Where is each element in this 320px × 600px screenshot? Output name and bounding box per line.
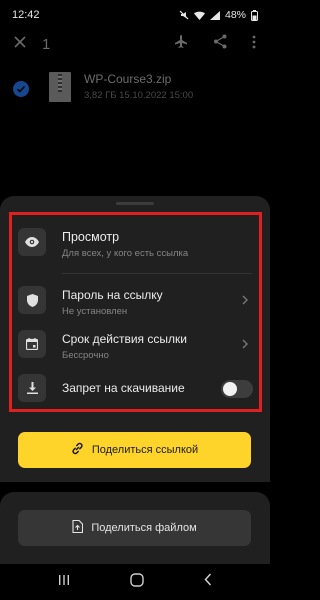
file-list-item[interactable]: WP-Course3.zip 3,82 ГБ 15.10.2022 15:00 [0,72,270,112]
toggle-knob [223,382,237,396]
back-icon[interactable] [204,573,212,591]
home-icon[interactable] [130,572,144,592]
app-bar: 1 [0,30,270,58]
link-expiry-row[interactable]: Срок действия ссылки Бессрочно [14,322,258,370]
zip-file-icon [49,72,71,102]
wifi-icon [193,11,205,20]
sheet-handle[interactable] [116,202,154,205]
checkmark-icon[interactable] [13,81,29,97]
share-file-button[interactable]: Поделиться файлом [18,510,251,546]
download-icon [18,374,46,402]
share-icon[interactable] [213,34,228,54]
status-icons: 48% [179,9,258,21]
chevron-right-icon [242,292,252,308]
view-access-subtitle: Для всех, у кого есть ссылка [62,248,189,259]
divider [62,273,252,274]
view-access-row[interactable]: Просмотр Для всех, у кого есть ссылка [14,218,258,266]
link-password-title: Пароль на ссылку [62,288,163,302]
share-link-button[interactable]: Поделиться ссылкой [18,432,251,468]
view-access-title: Просмотр [62,230,120,244]
share-file-card: Поделиться файлом [0,492,270,564]
link-password-status: Не установлен [62,306,128,317]
status-bar: 12:42 48% [0,0,270,30]
chevron-right-icon [242,336,252,352]
file-share-icon [72,519,84,536]
mute-icon [179,10,189,20]
share-settings-sheet: Просмотр Для всех, у кого есть ссылка Па… [0,196,270,482]
shield-icon [18,286,46,314]
offline-airplane-icon[interactable] [173,34,189,55]
eye-icon [18,228,46,256]
battery-level: 48% [224,9,246,21]
signal-icon [209,10,220,20]
link-expiry-title: Срок действия ссылки [62,332,187,346]
share-file-label: Поделиться файлом [91,522,197,534]
link-password-row[interactable]: Пароль на ссылку Не установлен [14,278,258,326]
close-icon[interactable] [14,35,26,53]
selected-count: 1 [42,35,51,53]
more-icon[interactable] [252,35,256,54]
status-time: 12:42 [12,9,40,21]
calendar-icon [18,330,46,358]
link-expiry-value: Бессрочно [62,350,109,361]
share-link-label: Поделиться ссылкой [91,444,199,456]
download-ban-title: Запрет на скачивание [62,381,185,395]
navigation-bar [0,564,270,600]
recent-apps-icon[interactable] [58,573,70,591]
file-name: WP-Course3.zip [84,72,172,86]
download-ban-toggle[interactable] [221,380,253,398]
link-icon [71,442,84,458]
file-meta: 3,82 ГБ 15.10.2022 15:00 [84,90,194,101]
battery-icon [251,9,258,21]
